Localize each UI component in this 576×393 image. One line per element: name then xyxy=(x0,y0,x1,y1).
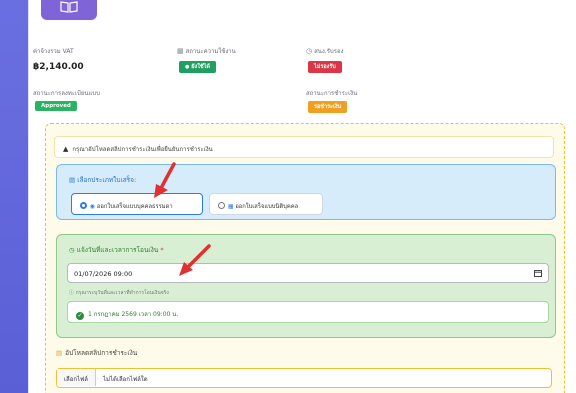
payment-panel: ▲ กรุณาอัปโหลดสลิปการชำระเงินเพื่อยืนยันก… xyxy=(45,123,565,393)
registration-label: สถานะการลงทะเบียนแบบ xyxy=(33,90,100,97)
clock-icon: ◷ xyxy=(69,246,75,254)
sidebar-strip xyxy=(0,0,28,393)
payment-status-badge: รอชำระเงิน xyxy=(308,101,348,113)
docs-label: ◷ สนง.รับรอง xyxy=(306,47,344,55)
receipt-type-title: ▤ เลือกประเภทใบเสร็จ: xyxy=(69,176,137,184)
receipt-option-company[interactable]: ▦ ออกใบเสร็จแบบนิติบุคคล xyxy=(209,193,323,215)
choose-file-button[interactable]: เลือกไฟล์ xyxy=(57,369,96,386)
transfer-datetime-section: ◷ แจ้งวันที่และเวลาการโอนเงิน * 01/07/20… xyxy=(56,234,556,338)
document-icon: ▤ xyxy=(69,176,76,184)
person-icon: ◉ xyxy=(90,204,96,210)
transfer-confirm-text: ✓ 1 กรกฎาคม 2569 เวลา 09:00 น. xyxy=(67,301,549,323)
status-badge: ● ยังใช้ได้ xyxy=(179,61,216,73)
building-icon: ▦ xyxy=(228,204,234,210)
payment-status-label: สถานะการชำระเงิน xyxy=(306,90,358,97)
info-icon: ⓘ xyxy=(69,290,75,296)
vat-value: ฿2,140.00 xyxy=(33,62,84,72)
transfer-datetime-title: ◷ แจ้งวันที่และเวลาการโอนเงิน * xyxy=(69,246,164,254)
clock-icon: ◷ xyxy=(306,47,313,55)
transfer-hint: ⓘ กรุณาระบุวันที่และเวลาที่ทำการโอนเงินจ… xyxy=(69,290,169,296)
warning-alert: ▲ กรุณาอัปโหลดสลิปการชำระเงินเพื่อยืนยันก… xyxy=(54,136,554,158)
status-label: ▦ สถานะความใช้งาน xyxy=(177,47,236,55)
file-input[interactable]: เลือกไฟล์ ไม่ได้เลือกไฟล์ใด xyxy=(56,368,552,388)
calendar-picker-icon[interactable] xyxy=(534,269,542,277)
upload-icon: ▤ xyxy=(56,349,63,357)
registration-badge: Approved xyxy=(35,101,77,111)
no-file-label: ไม่ได้เลือกไฟล์ใด xyxy=(103,376,148,383)
transfer-datetime-input[interactable]: 01/07/2026 09:00 xyxy=(67,263,549,283)
check-circle-icon: ✓ xyxy=(76,312,84,320)
payment-card: ค่าจ้างรวม VAT ฿2,140.00 ▦ สถานะความใช้งา… xyxy=(28,0,576,393)
vat-label: ค่าจ้างรวม VAT xyxy=(33,48,74,55)
calendar-icon: ▦ xyxy=(177,47,184,55)
book-icon xyxy=(41,0,97,20)
warning-icon: ▲ xyxy=(63,145,69,153)
receipt-type-section: ▤ เลือกประเภทใบเสร็จ: ◉ ออกใบเสร็จแบบบุค… xyxy=(56,164,556,220)
docs-badge: ไม่รองรับ xyxy=(308,61,342,73)
radio-selected-icon[interactable] xyxy=(80,202,87,209)
radio-unselected-icon[interactable] xyxy=(218,202,225,209)
upload-slip-title: ▤ อัปโหลดสลิปการชำระเงิน xyxy=(56,349,138,357)
receipt-option-individual[interactable]: ◉ ออกใบเสร็จแบบบุคคลธรรมดา xyxy=(71,193,203,215)
